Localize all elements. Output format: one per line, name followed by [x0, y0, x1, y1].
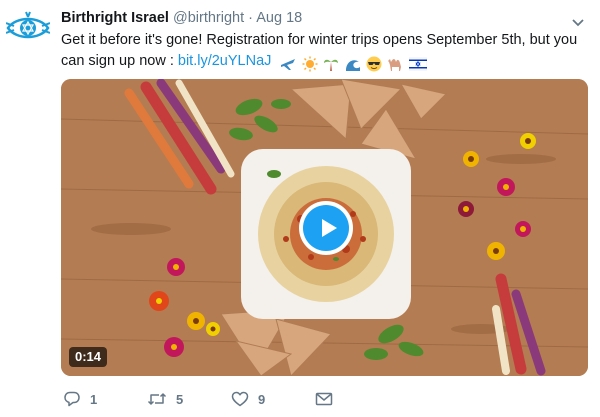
play-icon [303, 205, 349, 251]
avatar[interactable] [5, 10, 51, 46]
video-duration-badge: 0:14 [69, 347, 108, 367]
airplane-icon [281, 59, 296, 71]
like-button[interactable]: 9 [231, 388, 265, 410]
camel-icon [387, 59, 401, 72]
direct-message-button[interactable] [315, 388, 333, 410]
tweet-timestamp[interactable]: Aug 18 [256, 10, 302, 26]
tweet-actions: 1 5 9 [61, 388, 581, 410]
like-count: 9 [258, 391, 266, 407]
envelope-icon [315, 392, 333, 406]
wave-icon [345, 60, 360, 72]
heart-icon [231, 391, 249, 407]
reply-icon [64, 391, 80, 407]
retweet-count: 5 [176, 391, 184, 407]
emoji-row [279, 54, 427, 75]
play-button[interactable] [299, 201, 353, 255]
reply-count: 1 [90, 391, 98, 407]
israel-flag-icon [408, 57, 427, 71]
tweet[interactable]: Birthright Israel @birthright · Aug 18 G… [0, 0, 600, 417]
separator-dot: · [248, 10, 254, 26]
sunglasses-face-icon [366, 56, 382, 72]
author-name[interactable]: Birthright Israel [61, 10, 169, 26]
more-options-chevron-icon[interactable] [572, 14, 584, 27]
birthright-eye-logo-icon [5, 11, 51, 39]
video-player[interactable]: 0:14 [61, 79, 588, 376]
tweet-text: Get it before it's gone! Registration fo… [61, 30, 581, 75]
tweet-header: Birthright Israel @birthright · Aug 18 [61, 9, 302, 27]
tweet-link[interactable]: bit.ly/2uYLNaJ [178, 53, 272, 69]
retweet-button[interactable]: 5 [147, 388, 183, 410]
retweet-icon [147, 393, 167, 405]
sun-icon [302, 56, 318, 72]
palm-tree-icon [324, 59, 339, 72]
reply-button[interactable]: 1 [63, 388, 97, 410]
author-handle[interactable]: @birthright [173, 10, 244, 26]
